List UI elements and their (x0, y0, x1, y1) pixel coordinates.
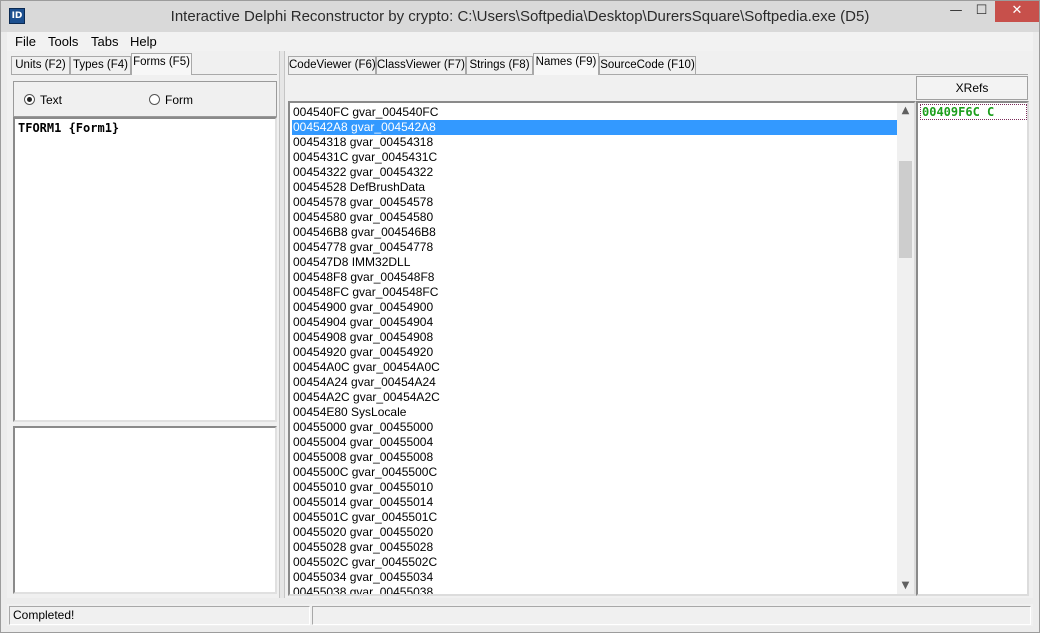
names-list-item[interactable]: 00455014 gvar_00455014 (292, 495, 900, 510)
form-text-content: TFORM1 {Form1} (18, 121, 120, 135)
tab-units[interactable]: Units (F2) (11, 56, 70, 75)
minimize-button[interactable]: — (943, 1, 969, 22)
names-list-item[interactable]: 00454A2C gvar_00454A2C (292, 390, 900, 405)
names-scrollbar[interactable]: ▲ ▼ (897, 103, 914, 594)
names-list-item[interactable]: 00454318 gvar_00454318 (292, 135, 900, 150)
tab-sourcecode[interactable]: SourceCode (F10) (599, 56, 696, 75)
radio-checked-icon (24, 94, 35, 105)
right-tab-strip: CodeViewer (F6) ClassViewer (F7) Strings… (288, 53, 1028, 75)
names-list-item[interactable]: 004548FC gvar_004548FC (292, 285, 900, 300)
names-list-item[interactable]: 004542A8 gvar_004542A8 (292, 120, 900, 135)
scroll-up-icon[interactable]: ▲ (897, 103, 914, 119)
radio-form[interactable]: Form (149, 93, 193, 107)
names-list-item[interactable]: 0045500C gvar_0045500C (292, 465, 900, 480)
tab-codeviewer[interactable]: CodeViewer (F6) (288, 56, 376, 75)
maximize-button[interactable]: ☐ (969, 1, 994, 22)
names-list-item[interactable]: 00455010 gvar_00455010 (292, 480, 900, 495)
tab-divider (288, 74, 1028, 75)
radio-text[interactable]: Text (24, 93, 62, 107)
status-message: Completed! (9, 606, 310, 625)
names-list-item[interactable]: 00454578 gvar_00454578 (292, 195, 900, 210)
xrefs-header: XRefs (916, 76, 1028, 100)
status-bar: Completed! (7, 604, 1033, 626)
tab-forms[interactable]: Forms (F5) (131, 53, 192, 75)
scroll-down-icon[interactable]: ▼ (897, 578, 914, 594)
menu-bar: File Tools Tabs Help (7, 32, 1033, 51)
names-list-item[interactable]: 004546B8 gvar_004546B8 (292, 225, 900, 240)
tab-names[interactable]: Names (F9) (533, 53, 599, 75)
names-list-item[interactable]: 00454920 gvar_00454920 (292, 345, 900, 360)
names-list-item[interactable]: 004540FC gvar_004540FC (292, 105, 900, 120)
main-window: ID Interactive Delphi Reconstructor by c… (0, 0, 1040, 633)
names-list-item[interactable]: 00454A0C gvar_00454A0C (292, 360, 900, 375)
menu-tabs[interactable]: Tabs (91, 34, 118, 49)
menu-help[interactable]: Help (130, 34, 157, 49)
names-list-item[interactable]: 00454A24 gvar_00454A24 (292, 375, 900, 390)
names-list[interactable]: 004540FC gvar_004540FC 004542A8 gvar_0045… (288, 101, 916, 596)
names-list-item[interactable]: 00454904 gvar_00454904 (292, 315, 900, 330)
tab-strings[interactable]: Strings (F8) (466, 56, 533, 75)
names-list-item[interactable]: 00455028 gvar_00455028 (292, 540, 900, 555)
names-list-item[interactable]: 004548F8 gvar_004548F8 (292, 270, 900, 285)
form-view-options: Text Form (13, 81, 277, 117)
names-list-item[interactable]: 0045501C gvar_0045501C (292, 510, 900, 525)
names-list-item[interactable]: 00454908 gvar_00454908 (292, 330, 900, 345)
names-list-item[interactable]: 00455000 gvar_00455000 (292, 420, 900, 435)
names-list-item[interactable]: 0045431C gvar_0045431C (292, 150, 900, 165)
names-list-item[interactable]: 00454E80 SysLocale (292, 405, 900, 420)
tab-classviewer[interactable]: ClassViewer (F7) (376, 56, 466, 75)
menu-file[interactable]: File (15, 34, 36, 49)
radio-form-label: Form (165, 93, 193, 107)
radio-text-label: Text (40, 93, 63, 107)
names-list-item[interactable]: 0045502C gvar_0045502C (292, 555, 900, 570)
names-list-item[interactable]: 00455034 gvar_00455034 (292, 570, 900, 585)
names-list-item[interactable]: 00454580 gvar_00454580 (292, 210, 900, 225)
names-list-item[interactable]: 00454528 DefBrushData (292, 180, 900, 195)
left-tab-strip: Units (F2) Types (F4) Forms (F5) (11, 53, 277, 75)
names-list-item[interactable]: 00454322 gvar_00454322 (292, 165, 900, 180)
names-list-item[interactable]: 00454900 gvar_00454900 (292, 300, 900, 315)
xref-item[interactable]: 00409F6C C (920, 104, 1027, 120)
names-list-item[interactable]: 00455008 gvar_00455008 (292, 450, 900, 465)
window-title: Interactive Delphi Reconstructor by cryp… (170, 8, 870, 25)
radio-unchecked-icon (149, 94, 160, 105)
tab-types[interactable]: Types (F4) (70, 56, 131, 75)
names-list-item[interactable]: 00454778 gvar_00454778 (292, 240, 900, 255)
close-button[interactable]: ✕ (995, 1, 1039, 22)
names-list-item[interactable]: 00455038 gvar_00455038 (292, 585, 900, 594)
scroll-thumb[interactable] (899, 161, 912, 258)
status-secondary (312, 606, 1031, 625)
menu-tools[interactable]: Tools (48, 34, 78, 49)
xrefs-list[interactable]: 00409F6C C (916, 101, 1029, 596)
form-text-view[interactable]: TFORM1 {Form1} (13, 117, 277, 422)
names-list-item[interactable]: 00455020 gvar_00455020 (292, 525, 900, 540)
form-detail-view[interactable] (13, 426, 277, 594)
pane-splitter[interactable] (279, 51, 285, 598)
title-bar[interactable]: ID Interactive Delphi Reconstructor by c… (1, 1, 1039, 32)
client-area: Units (F2) Types (F4) Forms (F5) Text Fo… (7, 51, 1033, 598)
names-list-item[interactable]: 004547D8 IMM32DLL (292, 255, 900, 270)
names-list-item[interactable]: 00455004 gvar_00455004 (292, 435, 900, 450)
